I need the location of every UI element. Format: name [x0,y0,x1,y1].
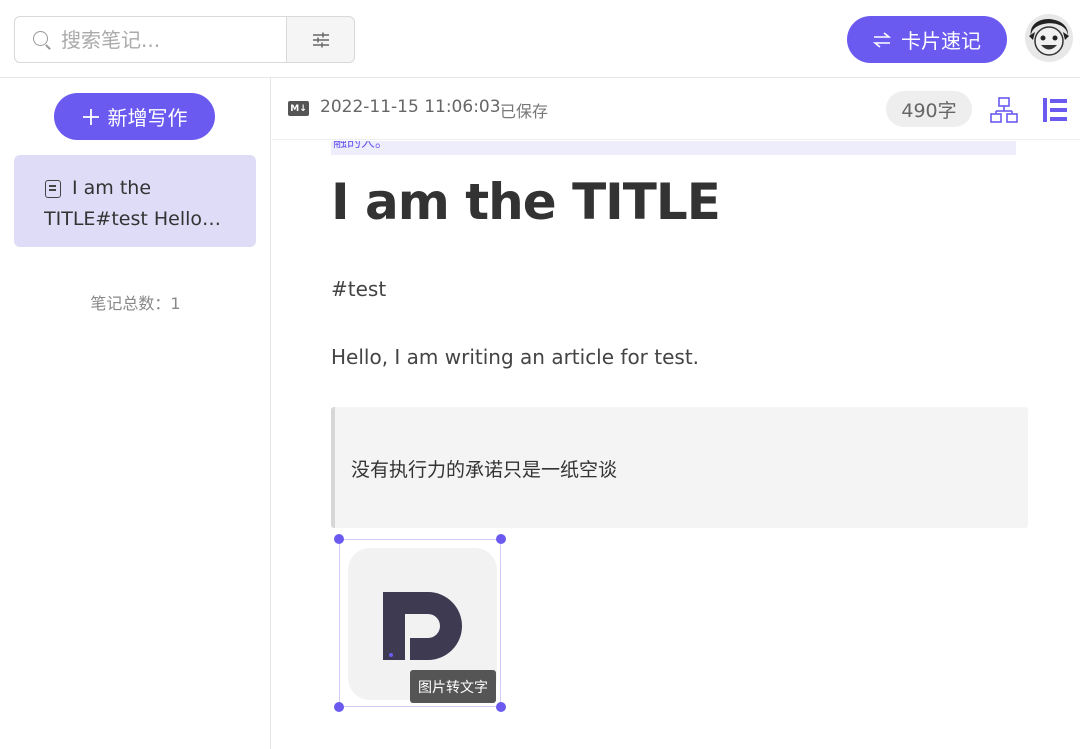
note-list-item[interactable]: I am the TITLE#test Hello… [14,155,256,247]
resize-handle-top-left[interactable] [334,534,344,544]
search-icon [31,29,53,51]
document-paragraph[interactable]: Hello, I am writing an article for test. [331,345,699,369]
mindmap-icon[interactable] [990,96,1018,124]
search-box[interactable] [14,16,286,63]
new-writing-label: 新增写作 [107,106,188,130]
resize-handle-top-right[interactable] [496,534,506,544]
editor-content[interactable]: 融的人。 I am the TITLE #test Hello, I am wr… [272,141,1080,749]
blockquote[interactable]: 没有执行力的承诺只是一纸空谈 [331,407,1028,528]
note-title-line1: I am the [72,177,152,199]
image-to-text-button[interactable]: 图片转文字 [410,670,496,703]
card-note-button[interactable]: 卡片速记 [847,16,1007,63]
blockquote-text: 没有执行力的承诺只是一纸空谈 [351,459,618,481]
sidebar: 新增写作 I am the TITLE#test Hello… 笔记总数：1 [0,78,271,749]
markdown-icon: M↓ [288,101,309,116]
document-icon [45,180,61,198]
sliders-icon [312,32,329,47]
note-title-line2: TITLE#test Hello… [44,208,222,230]
image-block[interactable]: 图片转文字 [334,534,506,712]
document-tag[interactable]: #test [331,277,386,301]
document-title[interactable]: I am the TITLE [331,173,721,231]
outline-icon[interactable] [1042,96,1068,124]
new-writing-button[interactable]: 新增写作 [54,93,215,140]
save-status: 已保存 [500,102,549,121]
resize-handle-bottom-left[interactable] [334,702,344,712]
saved-timestamp: 2022-11-15 11:06:03 [320,97,501,117]
card-note-button-label: 卡片速记 [901,29,981,53]
filter-button[interactable] [286,16,355,63]
note-count: 笔记总数：1 [90,294,181,313]
avatar[interactable] [1025,14,1073,62]
editor-header: M↓ 2022-11-15 11:06:03 已保存 490字 [272,78,1080,140]
swap-icon [873,31,891,48]
previous-highlight-fragment: 融的人。 [331,141,1016,155]
word-count-badge: 490字 [886,91,972,127]
search-input[interactable] [61,27,261,52]
resize-handle-bottom-right[interactable] [496,702,506,712]
user-avatar-icon [1025,14,1073,62]
top-bar: 卡片速记 [0,0,1080,78]
plus-icon [82,108,99,125]
